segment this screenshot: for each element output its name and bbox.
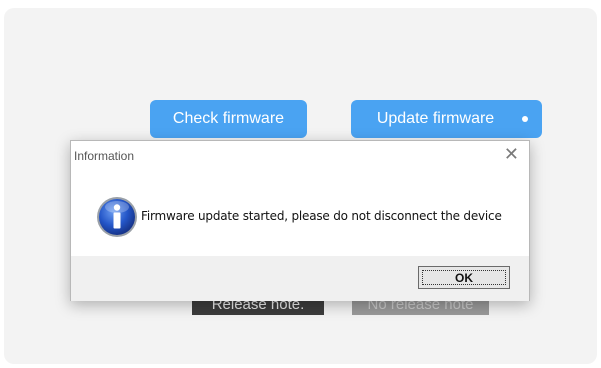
dialog-titlebar[interactable]: Information ✕ <box>71 141 529 170</box>
update-firmware-label: Update firmware <box>376 110 495 127</box>
check-firmware-button[interactable]: Check firmware <box>150 100 307 138</box>
dialog-message: Firmware update started, please do not d… <box>141 209 502 223</box>
update-firmware-button[interactable]: Update firmware <box>351 100 542 138</box>
dialog-body: Firmware update started, please do not d… <box>71 170 529 256</box>
check-firmware-label: Check firmware <box>172 110 285 127</box>
close-icon[interactable]: ✕ <box>504 144 519 164</box>
ok-button-label: OK <box>455 270 473 285</box>
dialog-title: Information <box>74 149 135 163</box>
busy-indicator-dot <box>522 116 528 122</box>
information-dialog: Information ✕ Firmware update started, p… <box>70 140 530 301</box>
info-icon <box>97 197 137 237</box>
ok-button[interactable]: OK <box>418 266 510 289</box>
dialog-footer: OK <box>71 256 529 301</box>
